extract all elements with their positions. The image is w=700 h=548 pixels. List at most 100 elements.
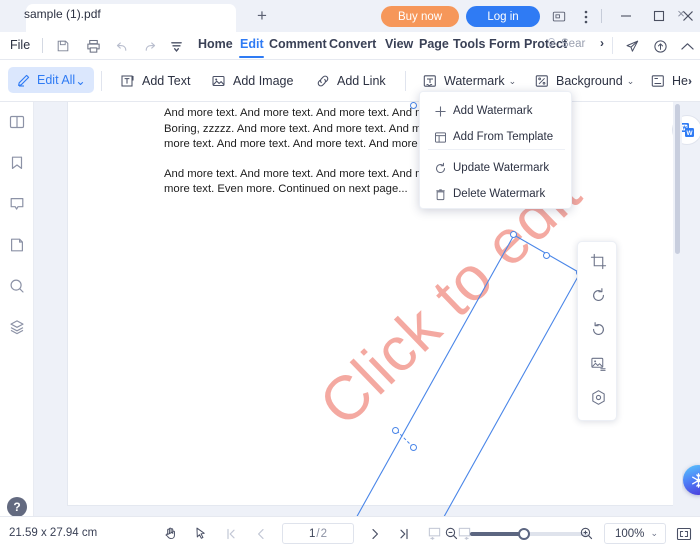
menu-file[interactable]: File [10, 38, 30, 52]
sidebar-item-bookmarks[interactable] [7, 153, 27, 173]
vertical-scrollbar[interactable] [673, 102, 682, 516]
menu-view[interactable]: View [385, 37, 413, 51]
ribbon-overflow-arrow[interactable]: › [688, 74, 692, 88]
feedback-icon[interactable] [549, 7, 568, 26]
close-button[interactable] [677, 6, 699, 26]
menu-convert[interactable]: Convert [329, 37, 376, 51]
add-image-button[interactable]: Add Image [211, 69, 293, 93]
background-caret: ⌄ [626, 75, 635, 86]
menu-item-delete-watermark[interactable]: Delete Watermark [420, 181, 573, 207]
menu-bar: File Home Edit Comment Convert View Page… [0, 32, 700, 60]
app-window: sample (1).pdf × + Buy now Log in File H… [0, 0, 700, 548]
ai-assistant-badge[interactable] [683, 465, 700, 495]
menu-page[interactable]: Page [419, 37, 449, 51]
zoom-slider-knob[interactable] [518, 528, 530, 540]
rotate-left-button[interactable] [588, 285, 608, 305]
image-settings-button[interactable] [588, 353, 608, 373]
add-link-label: Add Link [337, 74, 386, 88]
single-page-view-icon [428, 527, 440, 540]
sidebar-item-thumbnails[interactable] [7, 112, 27, 132]
menu-item-update-watermark-label: Update Watermark [453, 162, 550, 174]
last-page-button[interactable] [394, 524, 414, 543]
total-pages-value: 2 [320, 527, 327, 540]
ribbon-toolbar: Edit All ⌄ Add Text Add Image Add Link W… [0, 60, 700, 102]
rotation-handle[interactable] [392, 427, 399, 434]
login-button[interactable]: Log in [466, 6, 540, 27]
menu-comment[interactable]: Comment [269, 37, 327, 51]
rotate-right-button[interactable] [588, 319, 608, 339]
sidebar-item-attachments[interactable] [7, 235, 27, 255]
prev-page-button[interactable] [251, 524, 271, 543]
send-icon[interactable] [623, 37, 641, 55]
watermark-dropdown-menu: Add Watermark Add From Template Update W… [419, 91, 572, 209]
kebab-menu-icon[interactable] [576, 7, 595, 26]
zoom-in-button[interactable] [576, 524, 596, 543]
undo-icon[interactable] [113, 37, 131, 55]
crop-icon [590, 253, 606, 269]
properties-button[interactable] [588, 387, 608, 407]
search-icon [10, 279, 24, 293]
tab-title: sample (1).pdf [24, 7, 101, 21]
redo-icon[interactable] [140, 37, 158, 55]
print-icon[interactable] [84, 37, 102, 55]
help-button[interactable]: ? [7, 497, 27, 517]
zoom-out-button[interactable] [441, 524, 461, 543]
minimize-button[interactable] [615, 6, 637, 26]
collapse-ribbon-icon[interactable] [678, 37, 696, 55]
zoom-level-select[interactable]: 100% ⌄ [604, 523, 666, 544]
page-number-input[interactable]: 1 / 2 [282, 523, 354, 544]
header-footer-icon [651, 75, 664, 87]
add-link-button[interactable]: Add Link [315, 69, 386, 93]
page-separator: / [316, 527, 320, 540]
sidebar-item-layers[interactable] [7, 317, 27, 337]
add-text-icon [121, 75, 134, 87]
select-tool-button[interactable] [190, 524, 210, 543]
selection-handle-top-left[interactable] [510, 231, 517, 238]
add-text-button[interactable]: Add Text [120, 69, 190, 93]
edit-all-button[interactable]: Edit All ⌄ [8, 67, 94, 93]
background-icon [535, 75, 548, 87]
rotate-cw-icon [592, 321, 604, 335]
background-button[interactable]: Background ⌄ [534, 69, 634, 93]
selection-handle-top-mid[interactable] [543, 252, 550, 259]
sidebar-item-search[interactable] [7, 276, 27, 296]
search-box[interactable]: Sear [545, 37, 585, 50]
menu-home[interactable]: Home [198, 37, 233, 51]
maximize-button[interactable] [648, 6, 670, 26]
crop-tool-button[interactable] [588, 251, 608, 271]
add-text-label: Add Text [142, 74, 191, 88]
buy-now-button[interactable]: Buy now [381, 6, 459, 27]
menu-item-add-from-template[interactable]: Add From Template [420, 124, 573, 150]
watermark-caret: ⌄ [508, 75, 517, 86]
svg-text:W: W [686, 130, 693, 137]
chevron-down-icon: ⌄ [650, 528, 658, 538]
menu-tools[interactable]: Tools [453, 37, 485, 51]
vertical-scrollbar-thumb[interactable] [675, 104, 680, 254]
menu-edit[interactable]: Edit [240, 37, 264, 51]
plus-icon [427, 105, 453, 118]
zoom-slider[interactable] [470, 528, 588, 540]
refresh-icon [427, 162, 453, 175]
selection-handle-left-mid[interactable] [410, 444, 417, 451]
next-page-button[interactable] [365, 524, 385, 543]
new-tab-icon[interactable]: + [252, 6, 272, 26]
background-label: Background [556, 74, 623, 88]
watermark-button[interactable]: Watermark ⌄ [422, 69, 516, 93]
search-expand-arrow[interactable]: › [600, 36, 604, 50]
cloud-upload-icon[interactable] [651, 37, 669, 55]
save-icon[interactable] [54, 37, 72, 55]
header-footer-button[interactable]: He· [650, 69, 692, 93]
customize-dropdown-icon[interactable] [167, 37, 185, 55]
hand-icon [165, 527, 175, 540]
fit-to-screen-icon [676, 527, 692, 540]
menu-item-add-watermark[interactable]: Add Watermark [420, 98, 573, 124]
menu-form[interactable]: Form [489, 37, 520, 51]
page-curl-icon [11, 238, 23, 252]
title-bar: sample (1).pdf × + Buy now Log in [0, 0, 700, 32]
first-page-button[interactable] [221, 524, 241, 543]
cursor-select-icon [195, 527, 205, 539]
fit-to-screen-button[interactable] [674, 524, 694, 543]
hand-tool-button[interactable] [160, 524, 180, 543]
sidebar-item-comments[interactable] [7, 194, 27, 214]
menu-item-update-watermark[interactable]: Update Watermark [420, 155, 573, 181]
